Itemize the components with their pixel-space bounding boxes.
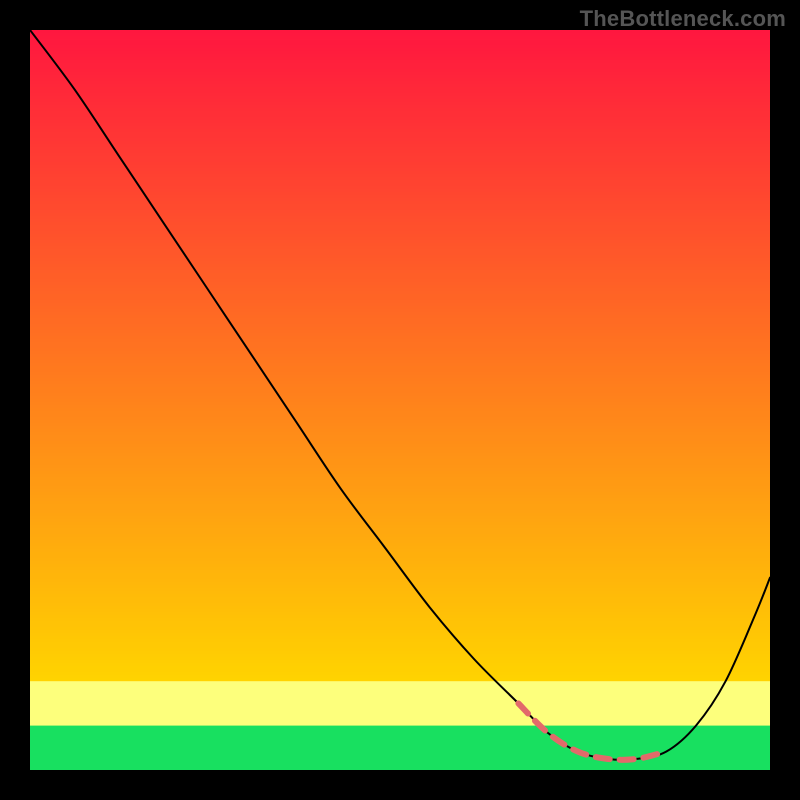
chart-stage: TheBottleneck.com xyxy=(0,0,800,800)
bottleneck-chart xyxy=(30,30,770,770)
watermark-text: TheBottleneck.com xyxy=(580,6,786,32)
plot-area xyxy=(30,30,770,770)
gradient-background xyxy=(30,30,770,770)
